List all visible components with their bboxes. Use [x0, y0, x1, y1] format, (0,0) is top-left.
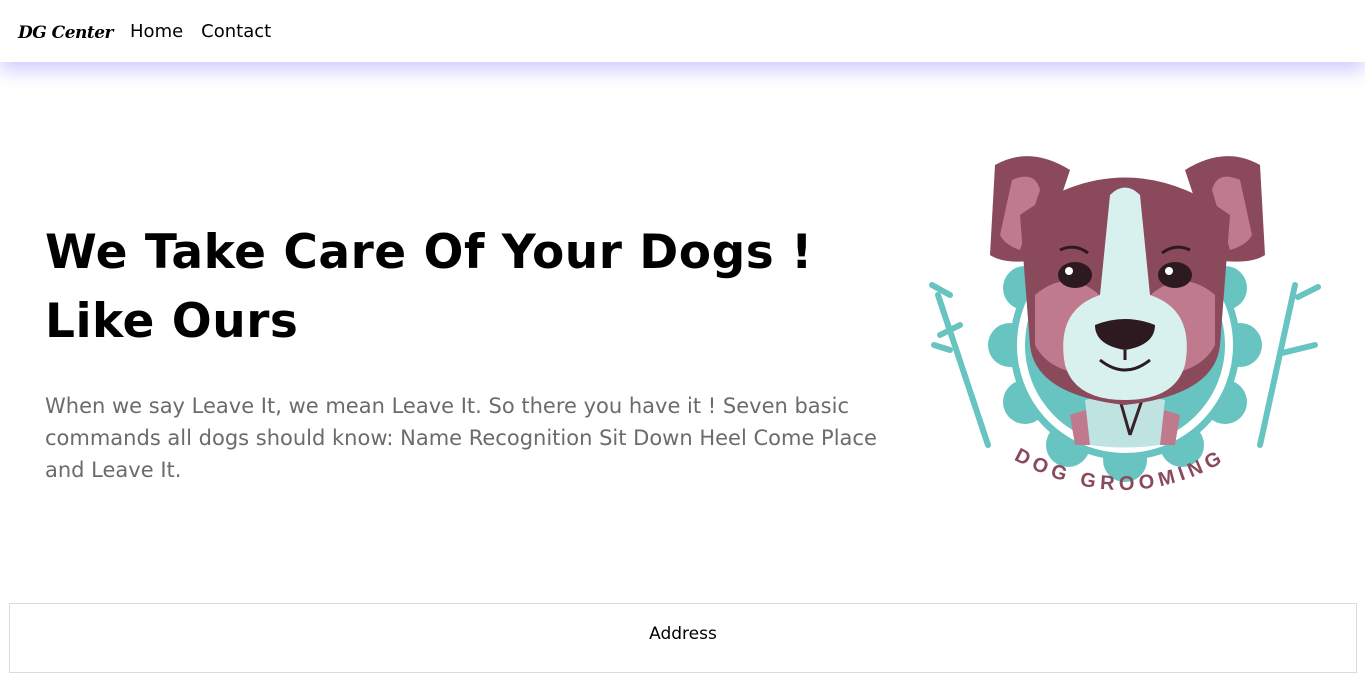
- brand-logo-link[interactable]: DG Center: [18, 23, 114, 43]
- dog-grooming-logo-icon: DOG GROOMING: [929, 156, 1321, 495]
- nav-link-contact[interactable]: Contact: [201, 21, 271, 42]
- hero-description: When we say Leave It, we mean Leave It. …: [45, 394, 877, 482]
- nav-link-home[interactable]: Home: [130, 21, 183, 42]
- top-navbar: DG Center Home Contact: [0, 0, 1365, 62]
- address-panel: Address: [9, 603, 1357, 673]
- address-label: Address: [649, 624, 717, 644]
- hero-title-line-1: We Take Care Of Your Dogs !: [45, 225, 813, 280]
- hero-title: We Take Care Of Your Dogs ! Like Ours: [45, 218, 865, 356]
- hero-title-line-2: Like Ours: [45, 294, 299, 349]
